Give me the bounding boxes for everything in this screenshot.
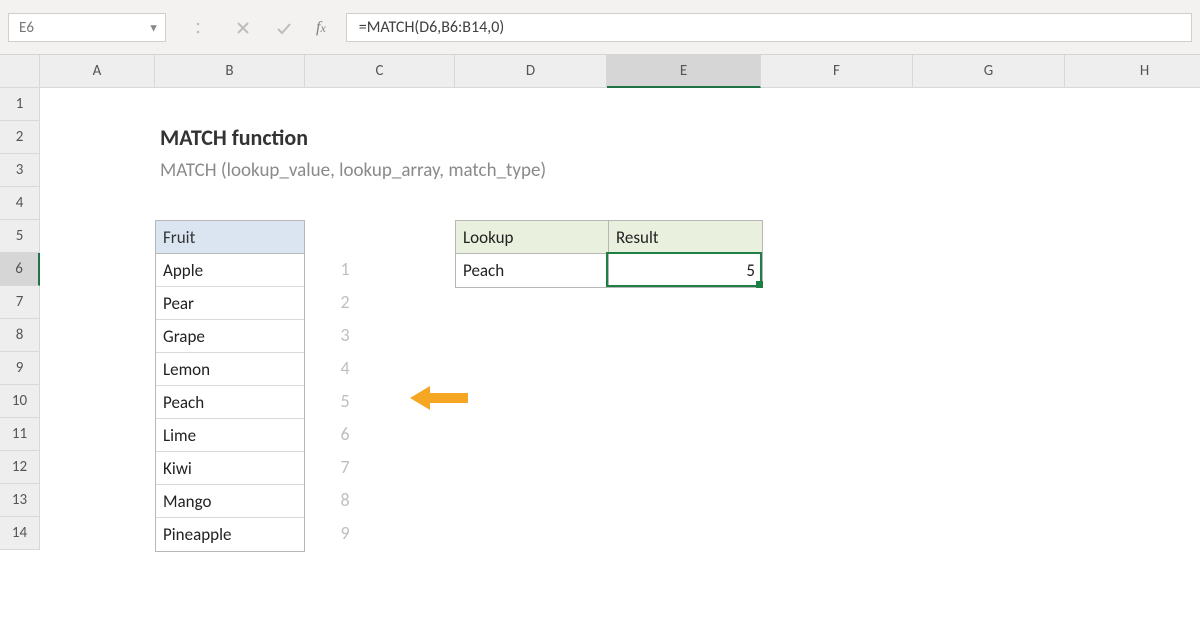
- row-header-3[interactable]: 3: [0, 154, 40, 187]
- lookup-table: Lookup Peach Result 5: [455, 220, 763, 288]
- fruit-row[interactable]: Grape: [156, 320, 304, 353]
- result-header[interactable]: Result: [609, 221, 762, 254]
- title-text: MATCH function: [160, 124, 308, 151]
- row-header-14[interactable]: 14: [0, 517, 40, 550]
- fruit-row[interactable]: Mango: [156, 485, 304, 518]
- col-header-B[interactable]: B: [155, 55, 305, 88]
- lookup-value-cell[interactable]: Peach: [456, 254, 608, 287]
- col-header-C[interactable]: C: [305, 55, 455, 88]
- row-header-13[interactable]: 13: [0, 484, 40, 517]
- name-box-value: E6: [19, 19, 34, 37]
- arrow-left-icon: [410, 384, 470, 412]
- col-header-D[interactable]: D: [455, 55, 607, 88]
- row-header-2[interactable]: 2: [0, 121, 40, 154]
- row-header-7[interactable]: 7: [0, 286, 40, 319]
- select-all-corner[interactable]: [0, 55, 40, 88]
- index-number: 1: [305, 253, 385, 286]
- index-number: 5: [305, 385, 385, 418]
- fruit-row[interactable]: Lime: [156, 419, 304, 452]
- fruit-row[interactable]: Peach: [156, 386, 304, 419]
- col-header-E[interactable]: E: [607, 55, 761, 88]
- insert-function-icon[interactable]: fx: [316, 19, 326, 37]
- index-numbers: 1 2 3 4 5 6 7 8 9: [305, 253, 385, 550]
- enter-icon[interactable]: [276, 21, 294, 35]
- fruit-row[interactable]: Kiwi: [156, 452, 304, 485]
- row-header-4[interactable]: 4: [0, 187, 40, 220]
- col-header-F[interactable]: F: [761, 55, 913, 88]
- index-number: 4: [305, 352, 385, 385]
- name-box[interactable]: E6 ▼: [8, 13, 166, 42]
- formula-bar-buttons: fx: [166, 13, 346, 42]
- formula-bar: E6 ▼ fx =MATCH(D6,B6:B14,0): [8, 13, 1192, 42]
- col-header-A[interactable]: A: [40, 55, 155, 88]
- row-header-12[interactable]: 12: [0, 451, 40, 484]
- formula-input[interactable]: =MATCH(D6,B6:B14,0): [346, 13, 1192, 42]
- result-value-cell[interactable]: 5: [609, 254, 762, 287]
- formula-bar-divider-icon: [196, 20, 214, 36]
- col-header-H[interactable]: H: [1065, 55, 1200, 88]
- row-header-5[interactable]: 5: [0, 220, 40, 253]
- cell-area[interactable]: MATCH function MATCH (lookup_value, look…: [40, 88, 1200, 550]
- fruit-row[interactable]: Apple: [156, 254, 304, 287]
- index-number: 9: [305, 517, 385, 550]
- name-box-dropdown-icon[interactable]: ▼: [148, 21, 159, 34]
- formula-text: =MATCH(D6,B6:B14,0): [359, 18, 504, 37]
- col-header-G[interactable]: G: [913, 55, 1065, 88]
- row-header-6[interactable]: 6: [0, 253, 40, 286]
- index-number: 8: [305, 484, 385, 517]
- row-header-9[interactable]: 9: [0, 352, 40, 385]
- fruit-table-header[interactable]: Fruit: [156, 221, 304, 254]
- row-header-8[interactable]: 8: [0, 319, 40, 352]
- formula-bar-region: E6 ▼ fx =MATCH(D6,B6:B14,0): [0, 0, 1200, 55]
- index-number: 3: [305, 319, 385, 352]
- fruit-row[interactable]: Pineapple: [156, 518, 304, 551]
- lookup-header[interactable]: Lookup: [456, 221, 608, 254]
- row-header-10[interactable]: 10: [0, 385, 40, 418]
- cancel-icon[interactable]: [236, 21, 254, 35]
- spreadsheet-grid[interactable]: A B C D E F G H 1 MATCH function MATCH (…: [0, 55, 1200, 550]
- fruit-row[interactable]: Lemon: [156, 353, 304, 386]
- fruit-row[interactable]: Pear: [156, 287, 304, 320]
- row-header-11[interactable]: 11: [0, 418, 40, 451]
- syntax-text: MATCH (lookup_value, lookup_array, match…: [160, 159, 546, 182]
- fruit-table: Fruit Apple Pear Grape Lemon Peach Lime …: [155, 220, 305, 552]
- index-number: 2: [305, 286, 385, 319]
- index-number: 7: [305, 451, 385, 484]
- row-header-1[interactable]: 1: [0, 88, 40, 121]
- index-number: 6: [305, 418, 385, 451]
